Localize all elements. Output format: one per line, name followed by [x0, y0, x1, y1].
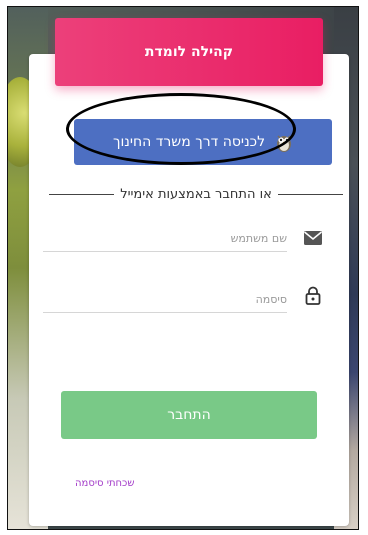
divider-line-left: [49, 193, 115, 195]
divider-line-right: [277, 193, 343, 195]
app-title: קהילה לומדת: [144, 44, 234, 60]
password-field[interactable]: [43, 286, 287, 313]
password-input[interactable]: [43, 286, 287, 312]
login-button[interactable]: התחבר: [61, 391, 317, 439]
lock-icon: [305, 286, 325, 305]
divider-text: או התחבר באמצעות אימייל: [120, 186, 272, 202]
envelope-icon: [303, 230, 323, 248]
forgot-password-link[interactable]: שכחתי סיסמה: [75, 478, 134, 489]
app-header: קהילה לומדת: [55, 18, 323, 86]
owl-icon: [275, 132, 293, 152]
email-divider: או התחבר באמצעות אימייל: [49, 186, 343, 202]
edu-ministry-login-label: לכניסה דרך משרד החינוך: [112, 134, 266, 150]
username-field[interactable]: [43, 225, 287, 252]
login-card: לכניסה דרך משרד החינוך או התחבר באמצעות …: [29, 54, 349, 526]
username-input[interactable]: [43, 225, 287, 251]
screenshot-frame: לכניסה דרך משרד החינוך או התחבר באמצעות …: [7, 6, 359, 530]
edu-ministry-login-button[interactable]: לכניסה דרך משרד החינוך: [74, 119, 332, 165]
